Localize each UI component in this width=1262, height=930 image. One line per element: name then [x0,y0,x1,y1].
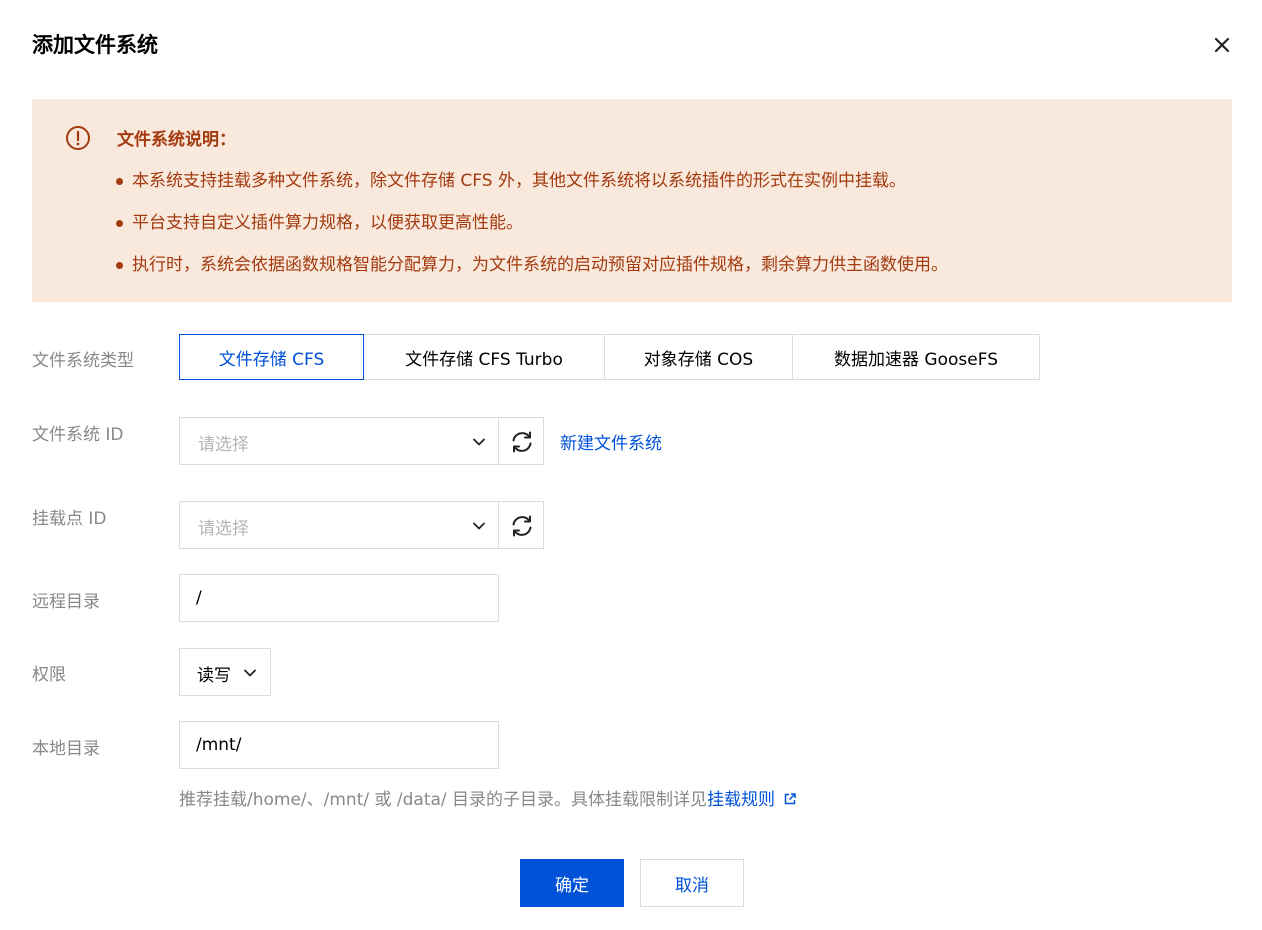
notice-item: 平台支持自定义插件算力规格，以便获取更高性能。 [116,211,948,253]
tab-cfs[interactable]: 文件存储 CFS [179,334,364,380]
fs-id-placeholder: 请选择 [198,435,249,455]
notice-list: 本系统支持挂载多种文件系统，除文件存储 CFS 外，其他文件系统将以系统插件的形… [116,169,948,295]
notice-item: 本系统支持挂载多种文件系统，除文件存储 CFS 外，其他文件系统将以系统插件的形… [116,169,948,211]
mount-point-placeholder: 请选择 [198,519,249,539]
mount-rules-link[interactable]: 挂载规则 [707,790,775,810]
fs-type-label: 文件系统类型 [32,351,134,371]
notice-title: 文件系统说明： [117,130,236,150]
refresh-icon [512,515,532,537]
notice-panel: 文件系统说明： 本系统支持挂载多种文件系统，除文件存储 CFS 外，其他文件系统… [32,99,1232,302]
mount-point-label: 挂载点 ID [32,509,107,529]
permission-select[interactable]: 读写 [179,648,271,696]
fs-id-select[interactable]: 请选择 [179,417,499,465]
local-dir-label: 本地目录 [32,739,100,759]
warning-circle-icon [66,126,90,150]
local-dir-hint-text: 推荐挂载/home/、/mnt/ 或 /data/ 目录的子目录。具体挂载限制详… [179,790,708,810]
close-icon[interactable] [1210,33,1234,57]
remote-dir-input[interactable] [179,574,499,622]
notice-item: 执行时，系统会依据函数规格智能分配算力，为文件系统的启动预留对应插件规格，剩余算… [116,253,948,295]
tab-cos[interactable]: 对象存储 COS [604,334,793,380]
dialog-title: 添加文件系统 [32,33,158,57]
chevron-down-icon [473,522,485,530]
refresh-icon [512,431,532,453]
permission-label: 权限 [32,665,66,685]
confirm-button[interactable]: 确定 [520,859,624,907]
cancel-button[interactable]: 取消 [640,859,744,907]
fs-id-label: 文件系统 ID [32,425,124,445]
chevron-down-icon [244,669,256,677]
fs-type-tabs: 文件存储 CFS 文件存储 CFS Turbo 对象存储 COS 数据加速器 G… [179,334,1040,380]
create-fs-link[interactable]: 新建文件系统 [560,429,662,454]
local-dir-input[interactable] [179,721,499,769]
external-link-icon[interactable] [783,792,797,806]
tab-cfs-turbo[interactable]: 文件存储 CFS Turbo [363,334,605,380]
chevron-down-icon [473,438,485,446]
local-dir-hint: 推荐挂载/home/、/mnt/ 或 /data/ 目录的子目录。具体挂载限制详… [179,785,797,810]
fs-id-refresh-button[interactable] [498,417,544,465]
remote-dir-label: 远程目录 [32,592,100,612]
mount-point-refresh-button[interactable] [498,501,544,549]
permission-value: 读写 [197,666,231,686]
mount-point-select[interactable]: 请选择 [179,501,499,549]
tab-goosefs[interactable]: 数据加速器 GooseFS [792,334,1040,380]
